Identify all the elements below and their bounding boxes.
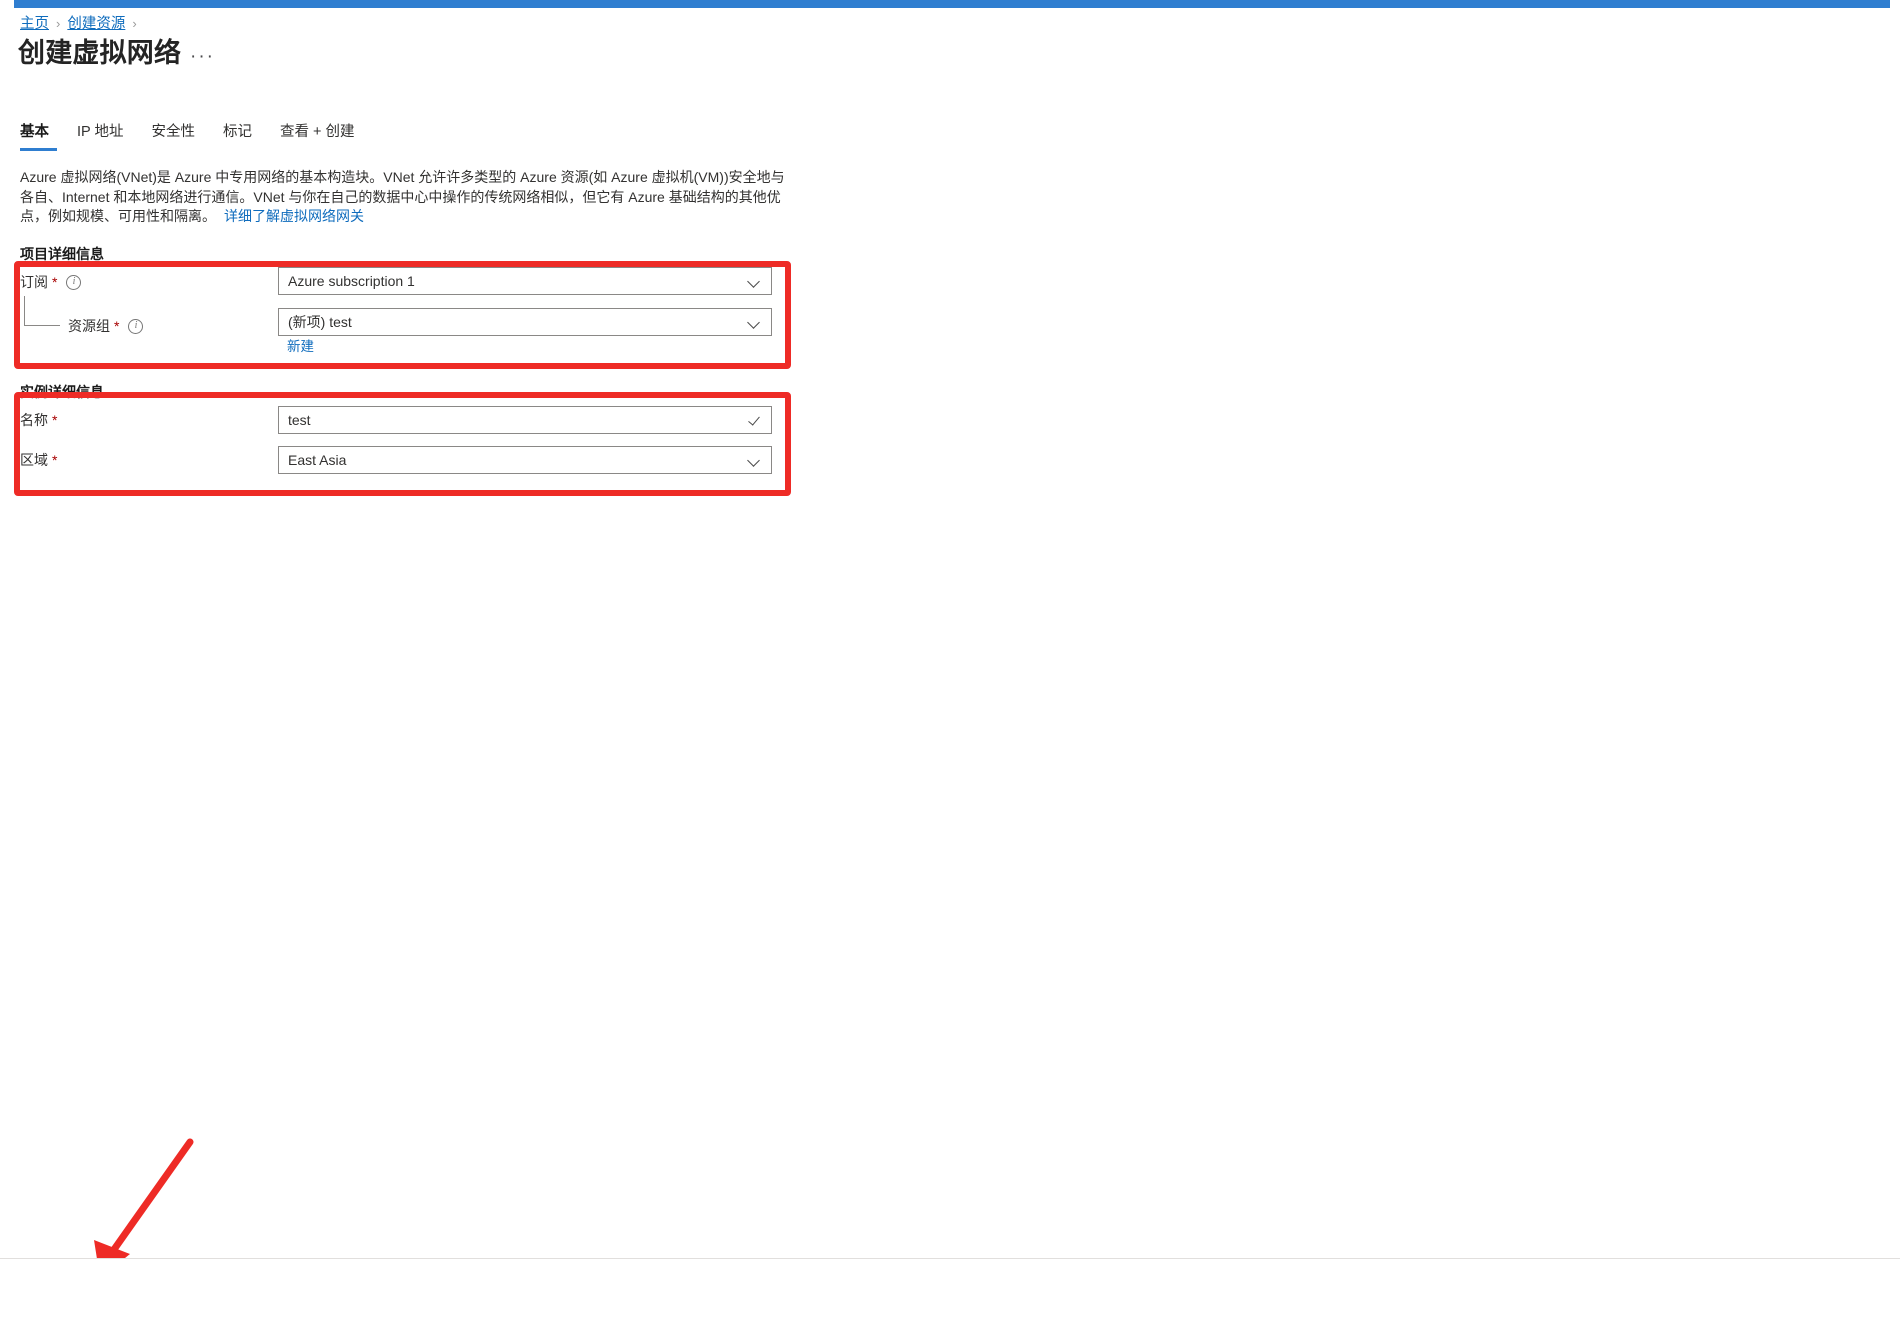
- breadcrumb-separator-icon: ›: [132, 16, 137, 31]
- field-tree-connector: [24, 296, 60, 326]
- azure-create-vnet-page: 主页 › 创建资源 › 创建虚拟网络 ··· 基本 IP 地址 安全性 标记 查…: [0, 0, 1900, 1318]
- tab-review-create[interactable]: 查看 + 创建: [280, 123, 369, 151]
- resource-group-label-group: 资源组 * i: [68, 317, 144, 335]
- name-value: test: [288, 412, 311, 428]
- region-label-group: 区域 *: [20, 451, 57, 469]
- subscription-required-marker: *: [52, 274, 58, 290]
- tab-tags[interactable]: 标记: [223, 123, 266, 151]
- region-dropdown[interactable]: East Asia: [278, 446, 772, 474]
- checkmark-icon: [749, 413, 763, 427]
- footer-action-bar: 查看 + 创建 < 上一步 下一步: IP 地址 > 下载自动化模板: [0, 1259, 1900, 1318]
- form-row-resource-group: 资源组 * i: [68, 312, 144, 340]
- form-row-subscription: 订阅 * i: [20, 268, 82, 296]
- form-row-name: 名称 *: [20, 406, 57, 434]
- page-title: 创建虚拟网络: [18, 38, 182, 68]
- page-description: Azure 虚拟网络(VNet)是 Azure 中专用网络的基本构造块。VNet…: [20, 168, 790, 227]
- resource-group-dropdown[interactable]: (新项) test: [278, 308, 772, 336]
- chevron-down-icon: [748, 316, 761, 329]
- tab-basics[interactable]: 基本: [20, 123, 63, 151]
- create-new-resource-group-link[interactable]: 新建: [287, 338, 314, 355]
- description-text: Azure 虚拟网络(VNet)是 Azure 中专用网络的基本构造块。VNet…: [20, 169, 785, 224]
- subscription-dropdown[interactable]: Azure subscription 1: [278, 267, 772, 295]
- name-input[interactable]: test: [278, 406, 772, 434]
- form-row-region: 区域 *: [20, 446, 57, 474]
- chevron-down-icon: [748, 275, 761, 288]
- name-label: 名称: [20, 412, 48, 428]
- tab-security[interactable]: 安全性: [151, 123, 209, 151]
- info-icon[interactable]: i: [66, 274, 82, 290]
- breadcrumb-separator-icon: ›: [56, 16, 61, 31]
- subscription-label-group: 订阅 * i: [20, 273, 82, 291]
- resource-group-value: (新项) test: [288, 314, 352, 330]
- info-icon[interactable]: i: [128, 318, 144, 334]
- region-value: East Asia: [288, 452, 347, 468]
- tab-bar: 基本 IP 地址 安全性 标记 查看 + 创建: [20, 123, 383, 151]
- name-required-marker: *: [52, 412, 58, 428]
- more-options-ellipsis-icon[interactable]: ···: [190, 47, 215, 66]
- breadcrumb: 主页 › 创建资源 ›: [20, 15, 144, 33]
- resource-group-required-marker: *: [114, 318, 120, 334]
- tab-ip-addresses[interactable]: IP 地址: [77, 123, 137, 151]
- breadcrumb-item-home[interactable]: 主页: [20, 15, 49, 33]
- top-accent-bar: [14, 0, 1890, 8]
- subscription-label: 订阅: [20, 274, 48, 290]
- section-heading-instance-details: 实例详细信息: [20, 384, 104, 400]
- region-label: 区域: [20, 452, 48, 468]
- subscription-value: Azure subscription 1: [288, 273, 415, 289]
- resource-group-label: 资源组: [68, 318, 110, 334]
- name-label-group: 名称 *: [20, 411, 57, 429]
- learn-more-link[interactable]: 详细了解虚拟网络网关: [224, 208, 364, 224]
- breadcrumb-item-create-resource[interactable]: 创建资源: [67, 15, 125, 33]
- region-required-marker: *: [52, 452, 58, 468]
- section-heading-project-details: 项目详细信息: [20, 246, 104, 262]
- chevron-down-icon: [748, 454, 761, 467]
